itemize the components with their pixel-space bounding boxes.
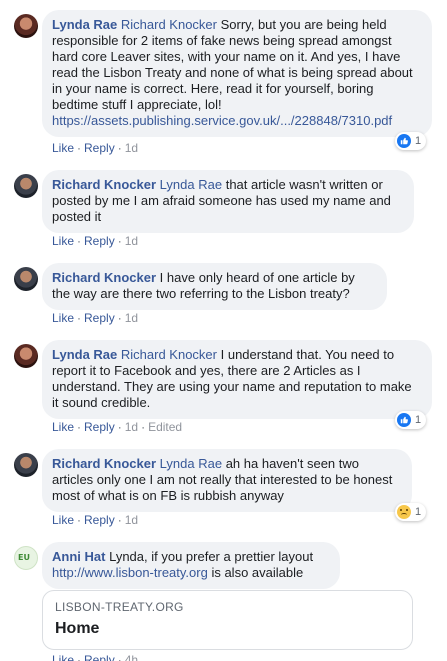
comment-bubble: Richard Knocker Lynda Rae ah ha haven't … <box>42 449 412 512</box>
reaction-count: 1 <box>415 414 422 426</box>
avatar[interactable] <box>14 453 38 477</box>
comment-bubble: Lynda Rae Richard Knocker Sorry, but you… <box>42 10 432 137</box>
comment-author[interactable]: Lynda Rae <box>52 347 117 362</box>
reaction-badge[interactable]: 1 <box>395 503 427 521</box>
reply-button[interactable]: Reply <box>84 420 115 434</box>
like-button[interactable]: Like <box>52 513 74 527</box>
comment-actions: Like · Reply · 1d <box>52 141 139 155</box>
like-button[interactable]: Like <box>52 420 74 434</box>
comment-actions: Like · Reply · 4h <box>52 653 138 661</box>
comment-author[interactable]: Richard Knocker <box>52 177 156 192</box>
like-icon <box>397 134 411 148</box>
reply-button[interactable]: Reply <box>84 311 115 325</box>
avatar[interactable] <box>14 267 38 291</box>
avatar[interactable] <box>14 14 38 38</box>
mention-tag[interactable]: Richard Knocker <box>121 17 217 32</box>
mention-tag[interactable]: Lynda Rae <box>160 456 222 471</box>
sad-icon <box>397 505 411 519</box>
mention-tag[interactable]: Lynda Rae <box>160 177 222 192</box>
link-preview-title: Home <box>55 620 100 637</box>
comment-author[interactable]: Richard Knocker <box>52 270 156 285</box>
comment-bubble: Lynda Rae Richard Knocker I understand t… <box>42 340 432 419</box>
timestamp[interactable]: 1d <box>125 234 138 248</box>
comment-text-after: is also available <box>211 565 304 580</box>
reaction-count: 1 <box>415 135 422 147</box>
like-icon <box>397 413 411 427</box>
timestamp[interactable]: 1d <box>125 311 138 325</box>
comment-actions: Like · Reply · 1d <box>52 234 139 248</box>
reply-button[interactable]: Reply <box>84 653 115 661</box>
reply-button[interactable]: Reply <box>84 141 115 155</box>
comment-text: Lynda, if you prefer a prettier layout <box>109 549 314 564</box>
reaction-badge[interactable]: 1 <box>395 132 427 150</box>
reaction-count: 1 <box>415 506 422 518</box>
link-preview-domain: LISBON-TREATY.ORG <box>55 600 184 614</box>
comment-author[interactable]: Lynda Rae <box>52 17 117 32</box>
comment-actions: Like · Reply · 1d · Edited <box>52 420 183 434</box>
reply-button[interactable]: Reply <box>84 234 115 248</box>
like-button[interactable]: Like <box>52 141 74 155</box>
mention-tag[interactable]: Richard Knocker <box>121 347 217 362</box>
comment-actions: Like · Reply · 1d <box>52 513 139 527</box>
comment-link[interactable]: https://assets.publishing.service.gov.uk… <box>52 113 392 128</box>
reply-button[interactable]: Reply <box>84 513 115 527</box>
avatar[interactable]: EU <box>14 546 38 570</box>
avatar[interactable] <box>14 344 38 368</box>
timestamp[interactable]: 1d <box>125 141 138 155</box>
comment-bubble: Anni Hat Lynda, if you prefer a prettier… <box>42 542 340 589</box>
reaction-badge[interactable]: 1 <box>395 411 427 429</box>
link-preview-card[interactable]: LISBON-TREATY.ORG Home <box>42 590 413 650</box>
like-button[interactable]: Like <box>52 311 74 325</box>
comment-link[interactable]: http://www.lisbon-treaty.org <box>52 565 208 580</box>
comment-bubble: Richard Knocker Lynda Rae that article w… <box>42 170 414 233</box>
comment-actions: Like · Reply · 1d <box>52 311 139 325</box>
like-button[interactable]: Like <box>52 234 74 248</box>
comment-bubble: Richard Knocker I have only heard of one… <box>42 263 387 310</box>
avatar[interactable] <box>14 174 38 198</box>
timestamp[interactable]: 1d <box>125 420 138 434</box>
comment-author[interactable]: Anni Hat <box>52 549 105 564</box>
timestamp[interactable]: 4h <box>125 653 138 661</box>
like-button[interactable]: Like <box>52 653 74 661</box>
comment-author[interactable]: Richard Knocker <box>52 456 156 471</box>
timestamp[interactable]: 1d <box>125 513 138 527</box>
edited-label[interactable]: Edited <box>148 420 182 434</box>
